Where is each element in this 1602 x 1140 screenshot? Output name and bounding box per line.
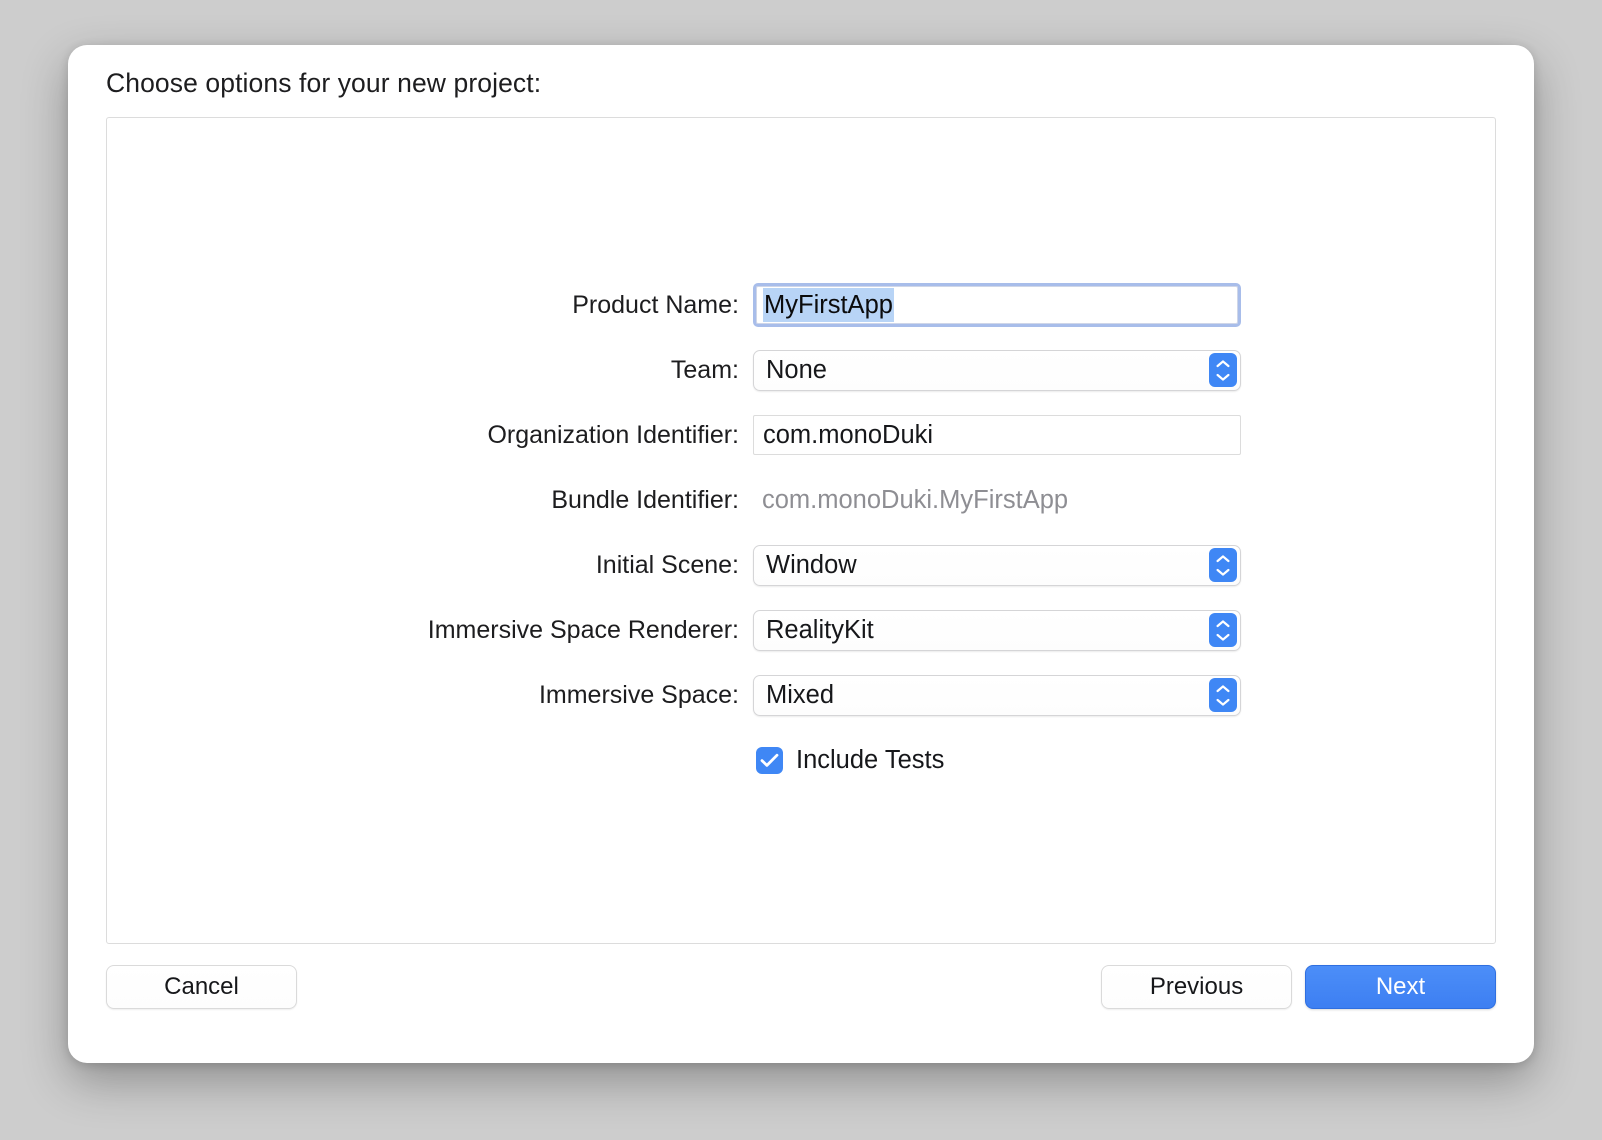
organization-identifier-value: com.monoDuki xyxy=(763,421,933,450)
immersive-space-label: Immersive Space: xyxy=(107,681,753,710)
form-row-immersive-space-renderer: Immersive Space Renderer: RealityKit xyxy=(107,611,1495,649)
immersive-space-renderer-select[interactable]: RealityKit xyxy=(753,610,1241,651)
immersive-space-renderer-value: RealityKit xyxy=(766,616,874,645)
next-button[interactable]: Next xyxy=(1305,965,1496,1009)
new-project-options-dialog: Choose options for your new project: Pro… xyxy=(68,45,1534,1063)
organization-identifier-field-col: com.monoDuki xyxy=(753,415,1241,455)
organization-identifier-label: Organization Identifier: xyxy=(107,421,753,450)
team-select[interactable]: None xyxy=(753,350,1241,391)
project-options-form: Product Name: MyFirstApp Team: None xyxy=(107,286,1495,779)
initial-scene-select[interactable]: Window xyxy=(753,545,1241,586)
chevron-up-down-icon[interactable] xyxy=(1209,353,1237,387)
product-name-value: MyFirstApp xyxy=(763,288,894,322)
bundle-identifier-label: Bundle Identifier: xyxy=(107,486,753,515)
form-row-include-tests: Include Tests xyxy=(107,741,1495,779)
immersive-space-value: Mixed xyxy=(766,681,834,710)
immersive-space-select[interactable]: Mixed xyxy=(753,675,1241,716)
cancel-button[interactable]: Cancel xyxy=(106,965,297,1009)
include-tests-label: Include Tests xyxy=(796,746,944,775)
include-tests-field-col: Include Tests xyxy=(753,746,1241,775)
form-row-organization-identifier: Organization Identifier: com.monoDuki xyxy=(107,416,1495,454)
bundle-identifier-field-col: com.monoDuki.MyFirstApp xyxy=(753,480,1241,520)
team-label: Team: xyxy=(107,356,753,385)
page-title: Choose options for your new project: xyxy=(106,68,541,99)
form-row-initial-scene: Initial Scene: Window xyxy=(107,546,1495,584)
bundle-identifier-value: com.monoDuki.MyFirstApp xyxy=(753,480,1241,520)
team-value: None xyxy=(766,356,827,385)
options-content-box: Product Name: MyFirstApp Team: None xyxy=(106,117,1496,944)
product-name-label: Product Name: xyxy=(107,291,753,320)
initial-scene-field-col: Window xyxy=(753,545,1241,586)
chevron-up-down-icon[interactable] xyxy=(1209,613,1237,647)
include-tests-checkbox[interactable] xyxy=(756,747,783,774)
product-name-field-col: MyFirstApp xyxy=(753,283,1241,327)
product-name-input[interactable]: MyFirstApp xyxy=(753,283,1241,327)
immersive-space-renderer-field-col: RealityKit xyxy=(753,610,1241,651)
chevron-up-down-icon[interactable] xyxy=(1209,548,1237,582)
product-name-input-inner: MyFirstApp xyxy=(756,286,1238,324)
chevron-up-down-icon[interactable] xyxy=(1209,678,1237,712)
form-row-immersive-space: Immersive Space: Mixed xyxy=(107,676,1495,714)
organization-identifier-input[interactable]: com.monoDuki xyxy=(753,415,1241,455)
team-field-col: None xyxy=(753,350,1241,391)
form-row-bundle-identifier: Bundle Identifier: com.monoDuki.MyFirstA… xyxy=(107,481,1495,519)
checkmark-icon xyxy=(760,753,779,768)
form-row-product-name: Product Name: MyFirstApp xyxy=(107,286,1495,324)
immersive-space-renderer-label: Immersive Space Renderer: xyxy=(107,616,753,645)
previous-button[interactable]: Previous xyxy=(1101,965,1292,1009)
initial-scene-value: Window xyxy=(766,551,857,580)
dialog-footer: Cancel Previous Next xyxy=(106,965,1496,1011)
initial-scene-label: Initial Scene: xyxy=(107,551,753,580)
form-row-team: Team: None xyxy=(107,351,1495,389)
immersive-space-field-col: Mixed xyxy=(753,675,1241,716)
